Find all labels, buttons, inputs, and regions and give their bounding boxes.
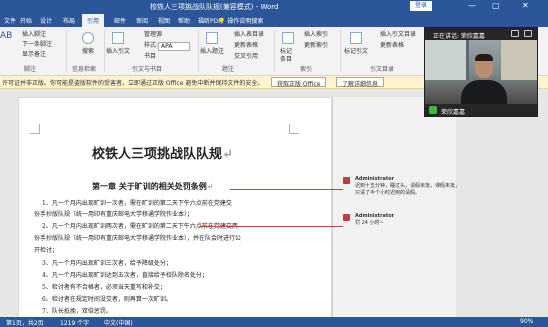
video-call-overlay[interactable]: 正在讲话: 荣欣嘉嘉 荣欣嘉嘉 [424,27,538,117]
comment-author: Administrator [355,176,395,182]
participant-hair [475,54,493,61]
divider [66,30,67,72]
bibliography-button[interactable]: 书目 [144,53,156,61]
cross-reference-button[interactable]: 交叉引用 [234,53,258,61]
learn-more-button[interactable]: 了解详细信息 [336,77,385,88]
mark-citation-icon[interactable] [350,32,362,44]
speaking-indicator: 正在讲话: 荣欣嘉嘉 [433,33,485,40]
tell-me-search[interactable]: 💡 操作说明搜索 [218,16,263,25]
tab-mailings[interactable]: 邮件 [114,16,126,25]
tab-help[interactable]: 帮助 [178,16,190,25]
comment-connector [230,189,343,190]
update-table-of-authorities-button[interactable]: 更新表格 [380,42,404,50]
tab-view[interactable]: 视图 [158,16,170,25]
restore-icon[interactable]: ▢ [492,1,500,11]
video-header: 正在讲话: 荣欣嘉嘉 [425,28,537,40]
background-cabinet [501,40,537,80]
insert-citation-button[interactable]: 插入引文 [106,48,130,56]
paragraph: 2、凡一个月内出现旷训两次者，需在旷训的第二天下午六点前在党建交两 [42,223,238,230]
license-message-text: 许可证并非正版。你可能是盗版软件的受害者。立即通过正版 Office 避免中断并… [2,80,264,87]
group-table-of-authorities-label: 引文目录 [370,66,395,73]
comment-avatar [343,177,350,184]
comment-text: 罚 24 小时~ [355,220,384,226]
manage-sources-button[interactable]: 管理源 [144,31,162,39]
window-title: 校铁人三项挑战队队规(兼容模式) - Word [150,3,279,11]
caption-icon[interactable] [206,32,218,44]
group-index-label: 索引 [300,66,313,73]
next-footnote-button[interactable]: 下一条脚注 [22,41,52,49]
minimize-icon[interactable]: — [468,1,476,11]
paragraph: 7、队长抵挽，双倍惩罚。 [42,308,112,315]
ribbon-tabs: 文件 开始 设计 布局 引用 邮件 审阅 视图 帮助 福昕PDF 💡 操作说明搜… [0,13,548,27]
tab-references[interactable]: 引用 [82,14,105,27]
video-footer: 荣欣嘉嘉 [425,104,537,116]
page-count[interactable]: 第1页，共2页 [6,318,44,327]
tab-home[interactable]: 开始 [20,16,32,25]
group-captions-label: 题注 [222,66,235,73]
layout-icon[interactable] [511,30,519,37]
mark-entry-icon[interactable] [282,32,294,44]
login-button[interactable]: 登录 [410,1,433,11]
close-icon[interactable]: ✕ [522,1,529,11]
paragraph: 3、凡一个月内出现旷训三次者，给予降级处分； [42,260,172,267]
search-icon[interactable] [82,32,94,44]
paragraph: 6、检讨者在规定时间没交者，则再算一次旷训。 [42,296,172,303]
chapter-heading: 第一章 关于旷训的相关处罚条例↵ [92,181,214,191]
divider [274,30,275,72]
paragraph: 开检讨； [34,247,59,254]
paragraph: 份手抄版队规（统一用印有重庆邮电大学移通学院作业本）； [34,211,194,218]
search-button[interactable]: 搜索 [82,48,94,56]
group-footnotes-label: 脚注 [24,66,37,73]
tell-me-label: 操作说明搜索 [227,18,264,25]
participant-video [425,40,537,104]
group-citations-label: 引文与书目 [132,66,163,73]
tab-file[interactable]: 文件 [4,16,16,25]
microphone-icon[interactable] [429,106,437,114]
lightbulb-icon: 💡 [218,18,226,25]
word-count[interactable]: 1219 个字 [60,318,89,327]
mark-citation-button[interactable]: 标记引文 [344,48,368,56]
divider [198,30,199,72]
divider [340,30,341,72]
comment-text: 迟到十五分钟，睡过头，请假未批，课假未批， 只请了半个小时迟到的请假。 [355,183,461,196]
tab-layout[interactable]: 布局 [63,16,75,25]
group-research-label: 信息检索 [72,66,97,73]
mark-entry-button[interactable]: 标记条目 [280,48,294,64]
comments-pane [332,97,456,319]
paragraph: 5、检讨者有不合格者，必须当天重写和补交； [42,284,166,291]
get-genuine-office-button[interactable]: 获取正版 Office [271,77,327,88]
show-notes-button[interactable]: 显示备注 [22,51,46,59]
tab-design[interactable]: 设计 [40,16,52,25]
insert-table-of-authorities-button[interactable]: 插入引文目录 [380,31,416,39]
update-table-button[interactable]: 更新表格 [234,42,258,50]
paragraph: 4、凡一个月内出现旷训达到五次者，直接给予校队除名处分； [42,272,208,279]
comment-author: Administrator [355,213,395,219]
paragraph: 份手抄版队规（统一用印有重庆邮电大学移通学院作业本），并在队会时进行公 [34,235,242,242]
margin-corner-mark [30,124,40,134]
expand-icon[interactable] [524,30,532,37]
paragraph: 1、凡一个月内出现旷训一次者，需在旷训的第二天下午六点前在党建交 [42,200,232,207]
participant-body [461,80,507,104]
status-bar: 第1页，共2页 1219 个字 中文(中国) 90% [0,317,548,327]
comment-avatar [343,214,350,221]
comment-connector [200,226,343,227]
toc-button[interactable]: AB [0,32,12,41]
participant-name: 荣欣嘉嘉 [441,109,466,116]
citation-icon[interactable] [112,32,124,44]
divider [104,30,105,72]
insert-caption-button[interactable]: 插入题注 [200,48,224,56]
document-title: 校铁人三项挑战队队规↵ [92,147,233,162]
insert-table-of-figures-button[interactable]: 插入表目录 [234,31,264,39]
margin-corner-mark [289,124,299,134]
zoom-level[interactable]: 90% [520,318,533,325]
update-index-button[interactable]: 更新索引 [304,42,328,50]
insert-footnote-button[interactable]: 插入脚注 [22,31,46,39]
title-bar: 校铁人三项挑战队队规(兼容模式) - Word 登录 — ▢ ✕ [0,0,548,13]
style-label: 样式: [144,42,159,49]
language-indicator[interactable]: 中文(中国) [104,318,133,327]
background-window [425,40,469,80]
tab-review[interactable]: 审阅 [136,16,148,25]
citation-style-select[interactable]: APA [158,42,190,51]
insert-index-button[interactable]: 插入索引 [304,31,328,39]
